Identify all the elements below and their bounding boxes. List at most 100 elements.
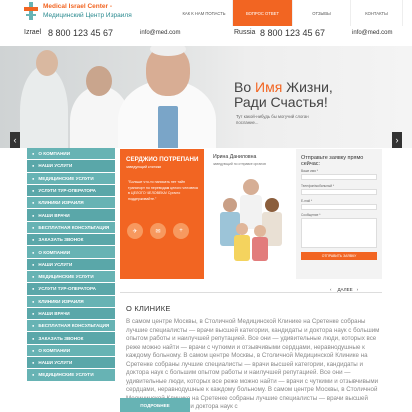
bullet-icon: ●: [32, 224, 35, 230]
contact-bar: Izrael 8 800 123 45 67 info@med.com Russ…: [0, 28, 412, 41]
sidebar-item[interactable]: ● НАШИ УСЛУГИ: [27, 160, 115, 173]
top-nav: КАК К НАМ ПОПАСТЬ ВОПРОС ОТВЕТ ОТЗЫВЫ КО…: [176, 0, 403, 26]
slider-next-button[interactable]: ›: [392, 132, 402, 148]
sidebar-item[interactable]: ● МЕДИЦИНСКИЕ УСЛУГИ: [27, 172, 115, 185]
gplus-icon[interactable]: +: [173, 223, 189, 239]
phone-russia[interactable]: 8 800 123 45 67: [260, 28, 325, 38]
sidebar-item[interactable]: ● КЛИНИКИ ИЗРАИЛЯ: [27, 295, 115, 308]
phone-input[interactable]: [301, 189, 377, 195]
doctor-image: [86, 66, 112, 96]
sidebar-item[interactable]: ● КЛИНИКИ ИЗРАИЛЯ: [27, 197, 115, 210]
doctor-card: Ирина Даниловна заведующий по отправке о…: [208, 149, 294, 279]
sidebar-item-label: МЕДИЦИНСКИЕ УСЛУГИ: [38, 175, 94, 181]
nav-how-to-get[interactable]: КАК К НАМ ПОПАСТЬ: [176, 0, 233, 26]
hero-title-line2: Ради Счастья!: [234, 94, 328, 110]
bullet-icon: ●: [32, 151, 35, 157]
slider-prev-button[interactable]: ‹: [10, 132, 20, 148]
sidebar-item-label: НАШИ УСЛУГИ: [38, 261, 73, 267]
sidebar-item[interactable]: ● БЕСПЛАТНАЯ КОНСУЛЬТАЦИЯ: [27, 221, 115, 235]
sidebar-item[interactable]: ● НАШИ УСЛУГИ: [27, 258, 115, 271]
sidebar-item[interactable]: ● УСЛУГИ ТУР-ОПЕРАТОРА: [27, 184, 115, 198]
hero-subtitle: Тут какой-нибудь бы могучий слоган посла…: [236, 114, 309, 125]
section-title: О КЛИНИКЕ: [126, 304, 171, 313]
sidebar-item-label: НАШИ ВРАЧИ: [38, 311, 70, 316]
prev-icon[interactable]: ‹: [330, 287, 332, 292]
fb-icon[interactable]: ✈: [127, 223, 143, 239]
country-israel: Izrael: [24, 29, 42, 36]
sidebar-item-label: НАШИ УСЛУГИ: [38, 360, 73, 366]
nav-reviews[interactable]: ОТЗЫВЫ: [293, 0, 351, 26]
more-button[interactable]: ПОДРОБНЕЕ: [120, 398, 190, 412]
sidebar-menu: ● О КОМПАНИИ ● НАШИ УСЛУГИ ● МЕДИЦИНСКИЕ УСЛУ…: [27, 148, 115, 382]
form-title: Отправьте заявку прямо сейчас:: [301, 155, 364, 167]
bullet-icon: ●: [32, 335, 35, 341]
bullet-icon: ●: [32, 163, 35, 169]
bullet-icon: ●: [32, 372, 35, 378]
next-icon[interactable]: ›: [357, 287, 359, 292]
header: Medical Israel Center - Медицинский Цент…: [0, 0, 412, 46]
bullet-icon: ●: [32, 249, 35, 255]
hero-banner: [0, 46, 412, 148]
sidebar-item-label: ЗАКАЗАТЬ ЗВОНОК: [38, 335, 84, 341]
hero-title-part: Жизни,: [282, 79, 333, 95]
bullet-icon: ●: [32, 212, 35, 218]
doctor-image: [158, 106, 178, 148]
sidebar-item[interactable]: ● УСЛУГИ ТУР-ОПЕРАТОРА: [27, 283, 115, 296]
bullet-icon: ●: [32, 286, 35, 292]
sidebar-item[interactable]: ● НАШИ ВРАЧИ: [27, 307, 115, 321]
bullet-icon: ●: [32, 274, 35, 280]
bullet-icon: ●: [32, 311, 35, 316]
bullet-icon: ●: [32, 298, 35, 304]
page: Medical Israel Center - Медицинский Цент…: [0, 0, 412, 412]
brand-name[interactable]: Medical Israel Center -: [43, 3, 112, 10]
hero-title-part: Во: [234, 79, 256, 95]
bullet-icon: ●: [32, 360, 35, 366]
vk-icon[interactable]: ✉: [150, 223, 166, 239]
brand-subtitle: Медицинский Центр Израиля: [43, 12, 132, 19]
hero-title-accent: Имя: [255, 79, 283, 95]
doctor-image: [36, 50, 58, 76]
sidebar-item-label: НАШИ ВРАЧИ: [38, 212, 70, 218]
phone-israel[interactable]: 8 800 123 45 67: [48, 28, 113, 38]
bullet-icon: ●: [32, 200, 35, 206]
sidebar-item[interactable]: ● ЗАКАЗАТЬ ЗВОНОК: [27, 234, 115, 247]
sidebar-item[interactable]: ● О КОМПАНИИ: [27, 148, 115, 161]
sidebar-item-label: О КОМПАНИИ: [38, 347, 71, 353]
chevron-right-icon: ›: [395, 135, 399, 145]
sidebar-item[interactable]: ● МЕДИЦИНСКИЕ УСЛУГИ: [27, 369, 115, 382]
promo-card: СЕРДЖИО ПОТРЕПАНИ заведующий клиники "Бо…: [120, 149, 204, 279]
bullet-icon: ●: [32, 237, 35, 243]
sidebar-item[interactable]: ● НАШИ УСЛУГИ: [27, 357, 115, 370]
submit-button[interactable]: ОТПРАВИТЬ ЗАЯВКУ: [301, 252, 377, 260]
family-photo: [220, 179, 282, 261]
sidebar-item-label: УСЛУГИ ТУР-ОПЕРАТОРА: [38, 188, 96, 194]
sidebar-item-label: КЛИНИКИ ИЗРАИЛЯ: [38, 298, 84, 304]
nav-contacts[interactable]: КОНТАКТЫ: [351, 0, 403, 26]
promo-quote: "Больше что-то написать нет тайн транспо…: [128, 180, 198, 201]
sidebar-item-label: НАШИ УСЛУГИ: [38, 163, 73, 169]
sidebar-item[interactable]: ● ЗАКАЗАТЬ ЗВОНОК: [27, 332, 115, 345]
sidebar-item-label: МЕДИЦИНСКИЕ УСЛУГИ: [38, 372, 94, 378]
sidebar-item[interactable]: ● МЕДИЦИНСКИЕ УСЛУГИ: [27, 270, 115, 284]
name-input[interactable]: [301, 174, 377, 180]
bullet-icon: ●: [32, 188, 35, 194]
doctor-image: [20, 66, 68, 148]
sidebar-item[interactable]: ● О КОМПАНИИ: [27, 344, 115, 358]
email-israel[interactable]: info@med.com: [140, 30, 180, 36]
doctor-role: заведующий по отправке органов: [213, 162, 266, 166]
logo-icon[interactable]: [24, 2, 38, 20]
bullet-icon: ●: [32, 261, 35, 267]
sidebar-item[interactable]: ● БЕСПЛАТНАЯ КОНСУЛЬТАЦИЯ: [27, 320, 115, 333]
bullet-icon: ●: [32, 347, 35, 353]
email-input[interactable]: [301, 204, 377, 210]
sidebar-item[interactable]: ● НАШИ ВРАЧИ: [27, 209, 115, 222]
email-label: E-mail *: [301, 199, 313, 203]
sidebar-item-label: БЕСПЛАТНАЯ КОНСУЛЬТАЦИЯ: [38, 224, 110, 230]
message-label: Сообщение *: [301, 213, 321, 217]
nav-faq[interactable]: ВОПРОС ОТВЕТ: [233, 0, 293, 26]
next-button[interactable]: ДАЛЕЕ: [338, 287, 353, 292]
message-textarea[interactable]: [301, 218, 377, 248]
promo-title: СЕРДЖИО ПОТРЕПАНИ: [126, 156, 199, 163]
sidebar-item[interactable]: ● О КОМПАНИИ: [27, 246, 115, 259]
email-russia[interactable]: info@med.com: [352, 30, 392, 36]
